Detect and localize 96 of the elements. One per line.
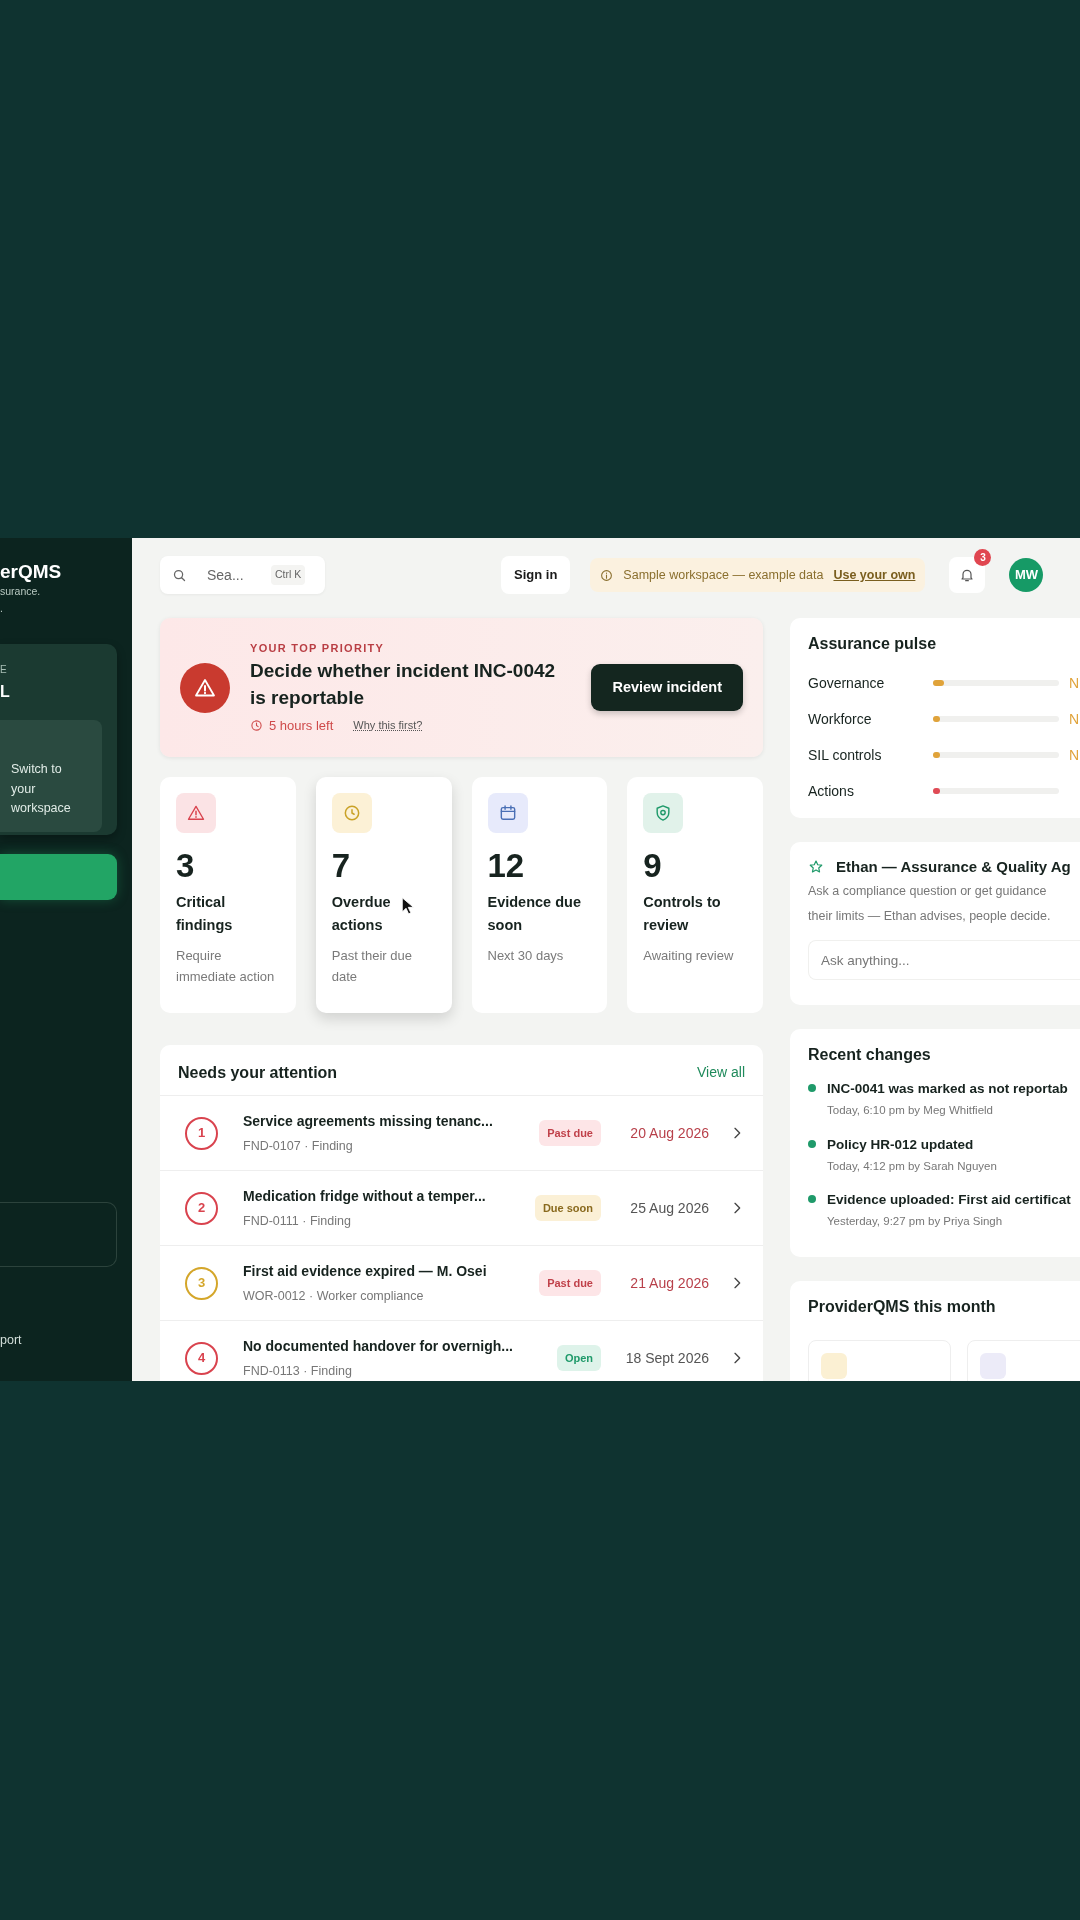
stat-card[interactable]: 7 Overdue actions Past their due date <box>315 777 452 1013</box>
status-tag: Past due <box>539 1119 601 1147</box>
attention-row[interactable]: 1 Service agreements missing tenanc... FND-0107 · Finding Past due 20 Aug 2026 <box>160 1096 763 1171</box>
stat-label: Evidence due soon <box>487 894 581 934</box>
priority-number: 2 <box>185 1191 218 1225</box>
pulse-label: SIL controls <box>808 745 883 765</box>
priority-number: 1 <box>185 1116 218 1150</box>
priority-title: Decide whether incident INC-0042 is reportable <box>250 659 557 710</box>
stat-note: Require immediate action <box>176 947 276 987</box>
pulse-label: Actions <box>808 781 855 801</box>
due-date: 21 Aug 2026 <box>629 1273 709 1293</box>
stat-value: 7 <box>331 849 352 882</box>
change-title: INC-0041 was marked as not reportab <box>827 1080 1068 1099</box>
assistant-description: their limits — Ethan advises, people decide. <box>808 908 1052 925</box>
change-meta: Yesterday, 9:27 pm by Priya Singh <box>827 1214 1004 1230</box>
section-title: Needs your attention <box>178 1062 338 1083</box>
stat-label: Overdue actions <box>331 894 391 934</box>
pulse-value: N <box>1069 709 1077 729</box>
brand-name: erQMS <box>0 562 63 583</box>
clock-icon <box>331 793 372 833</box>
item-meta: WOR-0012 · Worker compliance <box>243 1287 425 1305</box>
attention-row[interactable]: 3 First aid evidence expired — M. Osei WOR-0012 · Worker compliance Past due 21 Aug 2026 <box>160 1246 763 1321</box>
user-avatar[interactable]: MW <box>1009 558 1044 592</box>
shield-icon <box>643 793 684 833</box>
card-title: Assurance pulse <box>808 634 938 654</box>
pulse-label: Governance <box>808 673 886 693</box>
review-incident-button[interactable]: Review incident <box>591 663 743 712</box>
priority-number: 3 <box>185 1266 218 1300</box>
pulse-value: N <box>1069 673 1077 693</box>
sign-in-button[interactable]: Sign in <box>501 556 571 594</box>
change-title: Evidence uploaded: First aid certificat <box>827 1191 1071 1210</box>
card-title: Ethan — Assurance & Quality Ag <box>836 858 1071 876</box>
due-date: 25 Aug 2026 <box>629 1198 709 1218</box>
status-dot <box>808 1084 816 1093</box>
card-title: Recent changes <box>808 1045 932 1065</box>
attention-row[interactable]: 2 Medication fridge without a temper... FND-0111 · Finding Due soon 25 Aug 2026 <box>160 1171 763 1246</box>
stat-label: Critical findings <box>176 894 233 934</box>
status-tag: Past due <box>539 1269 601 1297</box>
switch-workspace-button[interactable]: Switch to your workspace <box>0 720 102 833</box>
notification-count: 3 <box>974 549 992 566</box>
due-date: 18 Sept 2026 <box>624 1348 709 1368</box>
calendar-icon <box>487 793 528 833</box>
status-dot <box>808 1139 816 1148</box>
item-meta: FND-0113 · Finding <box>243 1362 353 1380</box>
status-dot <box>808 1195 816 1204</box>
view-all-link[interactable]: View all <box>697 1062 745 1083</box>
stat-value: 3 <box>176 849 196 882</box>
workspace-label: E <box>0 664 8 676</box>
change-meta: Today, 4:12 pm by Sarah Nguyen <box>827 1158 997 1174</box>
status-tag: Due soon <box>534 1194 601 1222</box>
pulse-value: N <box>1069 745 1077 765</box>
time-left-text: 5 hours left <box>269 716 334 735</box>
change-meta: Today, 6:10 pm by Meg Whitfield <box>827 1103 994 1119</box>
banner-text: Sample workspace — example data <box>623 566 824 584</box>
change-title: Policy HR-012 updated <box>827 1135 975 1154</box>
priority-eyebrow: YOUR TOP PRIORITY <box>250 640 386 656</box>
info-icon <box>600 568 614 582</box>
stat-card[interactable]: 9 Controls to review Awaiting review <box>627 777 763 1013</box>
stat-note: Next 30 days <box>487 947 565 966</box>
status-tag: Open <box>556 1344 601 1372</box>
item-meta: FND-0111 · Finding <box>243 1212 352 1230</box>
tagline-text: surance. <box>0 583 42 599</box>
search-field[interactable]: Sea... <box>207 564 251 586</box>
stat-note: Awaiting review <box>643 947 735 966</box>
item-title: Medication fridge without a temper... <box>243 1186 487 1206</box>
stat-value: 12 <box>487 849 526 882</box>
stat-card[interactable]: 12 Evidence due soon Next 30 days <box>471 777 608 1013</box>
pulse-label: Workforce <box>808 709 873 729</box>
use-your-own-link[interactable]: Use your own <box>833 565 916 585</box>
warning-icon <box>176 793 216 833</box>
stat-card[interactable]: 3 Critical findings Require immediate action <box>160 777 296 1013</box>
why-this-first-link[interactable]: Why this first? <box>353 717 423 734</box>
tile-icon <box>821 1353 847 1380</box>
clock-icon <box>250 718 263 732</box>
support-link[interactable]: port <box>0 1331 132 1351</box>
card-title: ProviderQMS this month <box>808 1297 997 1317</box>
primary-button[interactable] <box>0 854 117 901</box>
assistant-description: Ask a compliance question or get guidance <box>808 883 1048 900</box>
tagline-text: . <box>0 600 4 616</box>
stat-label: Controls to review <box>643 894 721 934</box>
search-icon <box>172 567 187 583</box>
item-title: Service agreements missing tenanc... <box>243 1111 494 1131</box>
shortcut-hint: Ctrl K <box>271 565 306 585</box>
star-icon <box>808 859 824 875</box>
item-title: First aid evidence expired — M. Osei <box>243 1261 488 1281</box>
workspace-name: L <box>0 683 10 701</box>
item-title: No documented handover for overnigh... <box>243 1336 514 1356</box>
ask-field[interactable]: Ask anything... <box>808 940 1080 980</box>
warning-icon <box>180 662 230 713</box>
stat-note: Past their due date <box>331 947 413 987</box>
priority-number: 4 <box>185 1341 218 1375</box>
attention-row[interactable]: 4 No documented handover for overnigh... FND-0113 · Finding Open 18 Sept 2026 <box>160 1321 763 1381</box>
item-meta: FND-0107 · Finding <box>243 1137 354 1155</box>
stat-value: 9 <box>643 849 663 882</box>
tile-icon <box>980 1353 1006 1380</box>
due-date: 20 Aug 2026 <box>629 1123 709 1143</box>
